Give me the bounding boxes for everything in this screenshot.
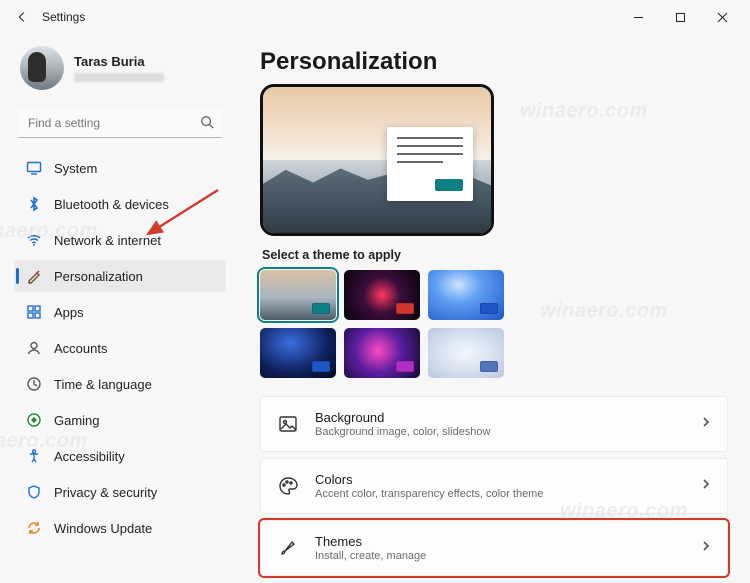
apps-icon bbox=[26, 304, 42, 320]
card-subtitle: Install, create, manage bbox=[315, 550, 685, 562]
desktop-preview bbox=[260, 84, 494, 236]
card-themes[interactable]: Themes Install, create, manage bbox=[260, 520, 728, 576]
card-colors[interactable]: Colors Accent color, transparency effect… bbox=[260, 458, 728, 514]
sidebar-item-accounts[interactable]: Accounts bbox=[14, 332, 226, 364]
accounts-icon bbox=[26, 340, 42, 356]
window-title: Settings bbox=[42, 10, 85, 24]
card-subtitle: Accent color, transparency effects, colo… bbox=[315, 488, 685, 500]
sidebar-item-label: Gaming bbox=[54, 413, 100, 428]
sidebar-item-gaming[interactable]: Gaming bbox=[14, 404, 226, 436]
back-button[interactable] bbox=[8, 3, 36, 31]
preview-sample-window bbox=[387, 127, 473, 201]
personalization-icon bbox=[26, 268, 42, 284]
theme-prompt: Select a theme to apply bbox=[262, 248, 728, 262]
sidebar-item-label: Personalization bbox=[54, 269, 143, 284]
avatar bbox=[20, 46, 64, 90]
minimize-button[interactable] bbox=[618, 3, 658, 31]
sidebar-item-label: Accessibility bbox=[54, 449, 125, 464]
card-subtitle: Background image, color, slideshow bbox=[315, 426, 685, 438]
system-icon bbox=[26, 160, 42, 176]
sidebar-item-label: Apps bbox=[54, 305, 84, 320]
main-content: Personalization Select a theme to apply … bbox=[236, 34, 750, 583]
theme-option-6[interactable] bbox=[428, 328, 504, 378]
update-icon bbox=[26, 520, 42, 536]
brush-icon bbox=[277, 537, 299, 559]
sidebar-item-label: Accounts bbox=[54, 341, 107, 356]
chevron-right-icon bbox=[701, 539, 711, 557]
sidebar-item-label: Time & language bbox=[54, 377, 152, 392]
theme-option-5[interactable] bbox=[344, 328, 420, 378]
card-title: Background bbox=[315, 410, 685, 425]
search-icon bbox=[200, 115, 214, 134]
page-title: Personalization bbox=[260, 48, 728, 76]
search-input[interactable] bbox=[18, 108, 222, 138]
maximize-button[interactable] bbox=[660, 3, 700, 31]
bluetooth-icon bbox=[26, 196, 42, 212]
sidebar-item-bluetooth[interactable]: Bluetooth & devices bbox=[14, 188, 226, 220]
window-controls bbox=[618, 3, 742, 31]
search-box[interactable] bbox=[18, 108, 222, 138]
sidebar-item-network[interactable]: Network & internet bbox=[14, 224, 226, 256]
close-button[interactable] bbox=[702, 3, 742, 31]
sidebar-item-label: Privacy & security bbox=[54, 485, 157, 500]
sidebar-item-accessibility[interactable]: Accessibility bbox=[14, 440, 226, 472]
theme-option-3[interactable] bbox=[428, 270, 504, 320]
theme-option-4[interactable] bbox=[260, 328, 336, 378]
user-email-redacted bbox=[74, 73, 164, 82]
sidebar-item-system[interactable]: System bbox=[14, 152, 226, 184]
chevron-right-icon bbox=[701, 477, 711, 495]
gaming-icon bbox=[26, 412, 42, 428]
clock-icon bbox=[26, 376, 42, 392]
theme-grid bbox=[260, 270, 728, 378]
settings-card-list: Background Background image, color, slid… bbox=[260, 396, 728, 576]
accessibility-icon bbox=[26, 448, 42, 464]
theme-option-1[interactable] bbox=[260, 270, 336, 320]
sidebar-item-personalization[interactable]: Personalization bbox=[14, 260, 226, 292]
sidebar-item-privacy[interactable]: Privacy & security bbox=[14, 476, 226, 508]
sidebar-item-apps[interactable]: Apps bbox=[14, 296, 226, 328]
image-icon bbox=[277, 413, 299, 435]
shield-icon bbox=[26, 484, 42, 500]
sidebar-item-label: Bluetooth & devices bbox=[54, 197, 169, 212]
sidebar-item-label: Windows Update bbox=[54, 521, 152, 536]
sidebar-item-label: System bbox=[54, 161, 97, 176]
user-account[interactable]: Taras Buria bbox=[14, 42, 226, 100]
palette-icon bbox=[277, 475, 299, 497]
chevron-right-icon bbox=[701, 415, 711, 433]
wifi-icon bbox=[26, 232, 42, 248]
user-name: Taras Buria bbox=[74, 54, 164, 69]
sidebar-item-time-language[interactable]: Time & language bbox=[14, 368, 226, 400]
sidebar: Taras Buria System Bluetooth & devices N… bbox=[0, 34, 236, 583]
sidebar-item-label: Network & internet bbox=[54, 233, 161, 248]
card-background[interactable]: Background Background image, color, slid… bbox=[260, 396, 728, 452]
card-title: Themes bbox=[315, 534, 685, 549]
titlebar: Settings bbox=[0, 0, 750, 34]
card-title: Colors bbox=[315, 472, 685, 487]
theme-option-2[interactable] bbox=[344, 270, 420, 320]
sidebar-item-windows-update[interactable]: Windows Update bbox=[14, 512, 226, 544]
